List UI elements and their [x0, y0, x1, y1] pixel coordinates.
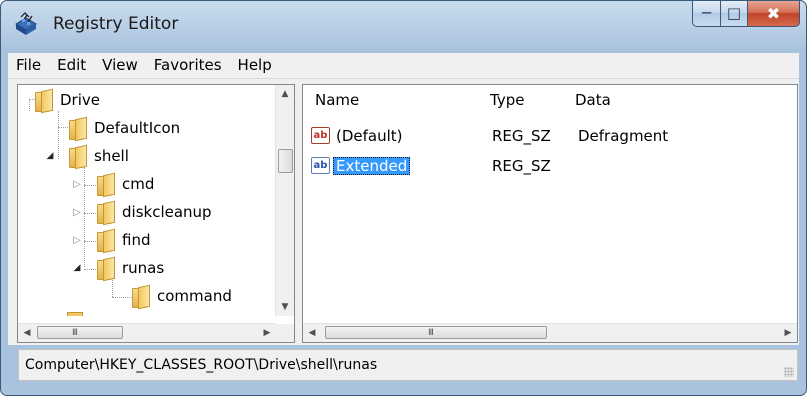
tree-item-drive[interactable]: Drive	[35, 88, 100, 114]
tree-item-label: diskcleanup	[122, 203, 212, 221]
tree-item-label: runas	[122, 259, 165, 277]
scroll-thumb[interactable]	[278, 149, 293, 173]
string-value-icon: ab	[311, 157, 330, 174]
menu-file[interactable]: File	[8, 53, 49, 78]
tree-item-label: command	[157, 287, 232, 305]
tree-connector	[84, 269, 96, 270]
scroll-corner	[276, 324, 294, 342]
value-row-selected[interactable]: ab Extended REG_SZ	[311, 155, 781, 177]
minimize-icon: ─	[701, 4, 712, 22]
scroll-up-icon[interactable]: ▲	[276, 85, 294, 103]
folder-icon	[35, 88, 53, 114]
key-tree-pane[interactable]: Drive DefaultIcon ◢ shell ▷ cmd ▷ diskcl…	[17, 84, 295, 343]
title-bar[interactable]: Registry Editor ─ □ ✖	[1, 1, 806, 49]
folder-icon	[69, 116, 87, 142]
tree-horizontal-scrollbar[interactable]: ◀ III ▶	[18, 323, 276, 342]
caption-buttons: ─ □ ✖	[692, 1, 800, 27]
scroll-down-icon[interactable]: ▼	[276, 298, 294, 316]
resize-grip-icon[interactable]	[784, 367, 794, 377]
tree-item-command[interactable]: command	[132, 284, 232, 310]
tree-connector	[84, 185, 96, 186]
tree-connector	[112, 277, 113, 297]
collapse-icon[interactable]: ◢	[44, 150, 56, 162]
column-header-data[interactable]: Data	[575, 91, 611, 109]
key-tree: Drive DefaultIcon ◢ shell ▷ cmd ▷ diskcl…	[18, 85, 276, 316]
collapse-icon[interactable]: ◢	[71, 262, 83, 274]
current-key-path: Computer\HKEY_CLASSES_ROOT\Drive\shell\r…	[25, 357, 378, 373]
scroll-grip: III	[72, 328, 78, 338]
folder-icon	[97, 200, 115, 226]
registry-editor-icon	[15, 12, 37, 35]
tree-connector	[84, 213, 96, 214]
column-header-name[interactable]: Name	[315, 91, 359, 109]
tree-item-label: cmd	[122, 175, 155, 193]
tree-connector	[29, 99, 30, 111]
menu-bar: File Edit View Favorites Help	[8, 53, 799, 79]
string-value-icon: ab	[311, 127, 330, 144]
menu-favorites[interactable]: Favorites	[146, 53, 230, 78]
scroll-left-icon[interactable]: ◀	[303, 324, 321, 342]
folder-icon	[67, 312, 83, 316]
status-bar: Computer\HKEY_CLASSES_ROOT\Drive\shell\r…	[18, 349, 798, 381]
column-header-type[interactable]: Type	[490, 91, 524, 109]
menu-view[interactable]: View	[94, 53, 146, 78]
scroll-right-icon[interactable]: ▶	[779, 324, 797, 342]
scroll-grip: III	[428, 328, 434, 338]
window-title: Registry Editor	[53, 14, 179, 34]
value-type: REG_SZ	[492, 157, 551, 175]
maximize-icon: □	[726, 4, 742, 22]
folder-icon	[69, 144, 87, 170]
tree-item-find[interactable]: find	[97, 228, 151, 254]
scroll-thumb[interactable]: III	[37, 326, 123, 339]
value-type: REG_SZ	[492, 127, 551, 145]
maximize-button[interactable]: □	[720, 1, 748, 27]
expand-icon[interactable]: ▷	[71, 179, 83, 191]
list-horizontal-scrollbar[interactable]: ◀ III ▶	[303, 323, 797, 342]
values-list-pane[interactable]: Name Type Data ab (Default) REG_SZ Defra…	[302, 84, 798, 343]
folder-icon	[97, 256, 115, 282]
tree-item-runas[interactable]: runas	[97, 256, 165, 282]
folder-icon	[132, 284, 150, 310]
tree-item-cmd[interactable]: cmd	[97, 172, 155, 198]
value-name: (Default)	[336, 127, 403, 145]
tree-item-label: DefaultIcon	[94, 119, 181, 137]
tree-connector	[112, 297, 132, 298]
tree-item-label: Drive	[60, 91, 100, 109]
value-row[interactable]: ab (Default) REG_SZ Defragment	[311, 125, 781, 147]
value-data: Defragment	[578, 127, 669, 145]
scroll-right-icon[interactable]: ▶	[258, 324, 276, 342]
tree-vertical-scrollbar[interactable]: ▲ ▼	[275, 85, 294, 316]
value-name: Extended	[333, 157, 411, 175]
expand-icon[interactable]: ▷	[71, 207, 83, 219]
folder-icon	[97, 172, 115, 198]
expand-icon[interactable]: ▷	[71, 235, 83, 247]
close-button[interactable]: ✖	[748, 1, 800, 27]
folder-icon	[97, 228, 115, 254]
scroll-left-icon[interactable]: ◀	[18, 324, 36, 342]
tree-item-label: find	[122, 231, 151, 249]
tree-connector	[84, 167, 85, 267]
tree-item-diskcleanup[interactable]: diskcleanup	[97, 200, 212, 226]
tree-item-defaulticon[interactable]: DefaultIcon	[69, 116, 181, 142]
menu-edit[interactable]: Edit	[49, 53, 94, 78]
close-icon: ✖	[766, 3, 781, 23]
scroll-thumb[interactable]: III	[325, 326, 547, 339]
minimize-button[interactable]: ─	[692, 1, 720, 27]
tree-item-label: shell	[94, 147, 129, 165]
tree-connector	[58, 111, 59, 159]
menu-help[interactable]: Help	[230, 53, 280, 78]
tree-connector	[84, 241, 96, 242]
tree-item-shell[interactable]: shell	[69, 144, 129, 170]
